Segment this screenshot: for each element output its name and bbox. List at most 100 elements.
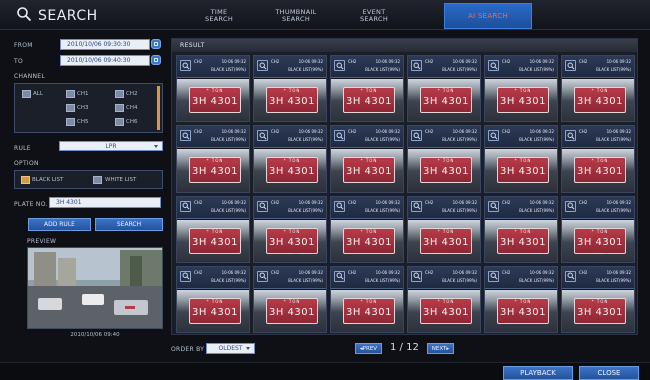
tab-time-search[interactable]: TIME SEARCH <box>190 3 248 29</box>
license-plate: * TON 3H 4301 <box>420 297 472 324</box>
result-card-info: CH2 10-06 09:32 BLACK LIST(99%) <box>331 56 403 78</box>
zoom-icon[interactable] <box>334 200 345 212</box>
result-card-datetime: 10-06 09:32 <box>452 269 477 275</box>
checkbox-ch2[interactable] <box>115 90 124 98</box>
result-card[interactable]: CH2 10-06 09:32 BLACK LIST(99%) * TON 3H 430… <box>176 125 250 193</box>
result-card[interactable]: CH2 10-06 09:32 BLACK LIST(99%) * TON 3H 430… <box>330 195 404 263</box>
zoom-icon[interactable] <box>411 130 422 142</box>
result-card[interactable]: CH2 10-06 09:32 BLACK LIST(99%) * TON 3H 430… <box>253 195 327 263</box>
zoom-icon[interactable] <box>411 60 422 71</box>
result-card[interactable]: CH2 10-06 09:32 BLACK LIST(99%) * TON 3H 430… <box>253 55 327 123</box>
result-card-tag: BLACK LIST(99%) <box>519 207 554 213</box>
channel-scrollbar[interactable] <box>157 86 160 130</box>
zoom-icon[interactable] <box>565 60 576 71</box>
result-card[interactable]: CH2 10-06 09:32 BLACK LIST(99%) * TON 3H 430… <box>561 125 635 193</box>
result-card[interactable]: CH2 10-06 09:32 BLACK LIST(99%) * TON 3H 430… <box>407 125 481 193</box>
zoom-icon[interactable] <box>334 60 345 71</box>
checkbox-ch1[interactable] <box>66 90 75 98</box>
result-card[interactable]: CH2 10-06 09:32 BLACK LIST(99%) * TON 3H 430… <box>253 125 327 193</box>
result-card[interactable]: CH2 10-06 09:32 BLACK LIST(99%) * TON 3H 430… <box>176 265 250 333</box>
zoom-icon[interactable] <box>411 200 422 212</box>
result-card[interactable]: CH2 10-06 09:32 BLACK LIST(99%) * TON 3H 430… <box>484 55 558 123</box>
result-card[interactable]: CH2 10-06 09:32 BLACK LIST(99%) * TON 3H 430… <box>330 265 404 333</box>
checkbox-white-list[interactable] <box>93 176 102 184</box>
result-card-tag: BLACK LIST(99%) <box>365 277 400 283</box>
zoom-icon[interactable] <box>565 130 576 142</box>
license-plate-number: 3H 4301 <box>191 96 238 107</box>
tab-ai-search[interactable]: AI SEARCH <box>444 3 532 29</box>
zoom-icon[interactable] <box>565 200 576 212</box>
to-field[interactable]: 2010/10/06 09:40:30 <box>60 55 150 66</box>
result-card[interactable]: CH2 10-06 09:32 BLACK LIST(99%) * TON 3H 430… <box>561 265 635 333</box>
license-plate-number: 3H 4301 <box>422 306 469 318</box>
checkbox-ch3[interactable] <box>66 104 75 112</box>
to-calendar-button[interactable] <box>151 55 161 65</box>
license-plate-number: 3H 4301 <box>422 236 469 248</box>
zoom-icon[interactable] <box>257 270 268 282</box>
result-card-tag: BLACK LIST(99%) <box>211 137 246 143</box>
checkbox-ch4[interactable] <box>115 104 124 112</box>
zoom-icon[interactable] <box>257 60 268 71</box>
checkbox-all[interactable] <box>22 90 31 98</box>
add-rule-button[interactable]: ADD RULE <box>28 218 91 231</box>
result-card-channel: CH2 <box>502 199 511 205</box>
result-card-datetime: 10-06 09:32 <box>221 59 246 64</box>
close-button[interactable]: CLOSE <box>579 366 639 380</box>
zoom-icon[interactable] <box>257 200 268 212</box>
tab-event-search[interactable]: EVENT SEARCH <box>345 3 403 29</box>
zoom-icon[interactable] <box>488 60 499 71</box>
result-card-datetime: 10-06 09:32 <box>452 199 477 205</box>
plate-number-input[interactable]: 3H 4301 <box>49 197 161 208</box>
result-card-datetime: 10-06 09:32 <box>375 269 400 275</box>
result-card[interactable]: CH2 10-06 09:32 BLACK LIST(99%) * TON 3H 430… <box>330 55 404 123</box>
zoom-icon[interactable] <box>488 270 499 282</box>
zoom-icon[interactable] <box>565 270 576 282</box>
order-by-select[interactable]: OLDEST <box>206 343 255 354</box>
result-card[interactable]: CH2 10-06 09:32 BLACK LIST(99%) * TON 3H 430… <box>407 265 481 333</box>
from-field[interactable]: 2010/10/06 09:30:30 <box>60 39 150 50</box>
result-card-channel: CH2 <box>502 59 511 64</box>
next-page-button[interactable]: NEXT▸ <box>427 343 454 354</box>
result-card[interactable]: CH2 10-06 09:32 BLACK LIST(99%) * TON 3H 430… <box>484 195 558 263</box>
zoom-icon[interactable] <box>180 130 191 142</box>
zoom-icon[interactable] <box>411 270 422 282</box>
result-card[interactable]: CH2 10-06 09:32 BLACK LIST(99%) * TON 3H 430… <box>484 125 558 193</box>
result-card[interactable]: CH2 10-06 09:32 BLACK LIST(99%) * TON 3H 430… <box>407 55 481 123</box>
search-button[interactable]: SEARCH <box>95 218 163 231</box>
result-card-channel: CH2 <box>271 59 280 64</box>
result-card-tag: BLACK LIST(99%) <box>442 137 477 143</box>
playback-button[interactable]: PLAYBACK <box>503 366 573 380</box>
result-card[interactable]: CH2 10-06 09:32 BLACK LIST(99%) * TON 3H 430… <box>561 55 635 123</box>
result-card[interactable]: CH2 10-06 09:32 BLACK LIST(99%) * TON 3H 430… <box>176 55 250 123</box>
zoom-icon[interactable] <box>180 60 191 71</box>
license-plate-number: 3H 4301 <box>191 236 238 248</box>
result-card[interactable]: CH2 10-06 09:32 BLACK LIST(99%) * TON 3H 430… <box>407 195 481 263</box>
rule-select[interactable]: LPR <box>59 141 163 151</box>
checkbox-ch5[interactable] <box>66 118 75 126</box>
prev-page-button[interactable]: ◂PREV <box>355 343 382 354</box>
checkbox-black-list[interactable] <box>21 176 30 184</box>
zoom-icon[interactable] <box>334 130 345 142</box>
tab-thumbnail-search[interactable]: THUMBNAIL SEARCH <box>260 3 332 29</box>
result-card-info: CH2 10-06 09:32 BLACK LIST(99%) <box>485 126 557 149</box>
result-card-datetime: 10-06 09:32 <box>606 59 631 64</box>
zoom-icon[interactable] <box>334 270 345 282</box>
checkbox-ch6[interactable] <box>115 118 124 126</box>
from-calendar-button[interactable] <box>151 39 161 49</box>
result-card-image: * TON 3H 4301 <box>254 219 326 262</box>
zoom-icon[interactable] <box>488 130 499 142</box>
zoom-icon[interactable] <box>180 270 191 282</box>
result-card[interactable]: CH2 10-06 09:32 BLACK LIST(99%) * TON 3H 430… <box>253 265 327 333</box>
result-card[interactable]: CH2 10-06 09:32 BLACK LIST(99%) * TON 3H 430… <box>484 265 558 333</box>
zoom-icon[interactable] <box>488 200 499 212</box>
zoom-icon[interactable] <box>257 130 268 142</box>
result-card-image: * TON 3H 4301 <box>408 79 480 122</box>
result-card[interactable]: CH2 10-06 09:32 BLACK LIST(99%) * TON 3H 430… <box>176 195 250 263</box>
result-card-datetime: 10-06 09:32 <box>375 129 400 135</box>
option-black-list-label: BLACK LIST <box>32 177 64 183</box>
license-plate: * TON 3H 4301 <box>497 297 549 324</box>
result-card[interactable]: CH2 10-06 09:32 BLACK LIST(99%) * TON 3H 430… <box>561 195 635 263</box>
zoom-icon[interactable] <box>180 200 191 212</box>
result-card[interactable]: CH2 10-06 09:32 BLACK LIST(99%) * TON 3H 430… <box>330 125 404 193</box>
result-card-channel: CH2 <box>271 129 280 135</box>
